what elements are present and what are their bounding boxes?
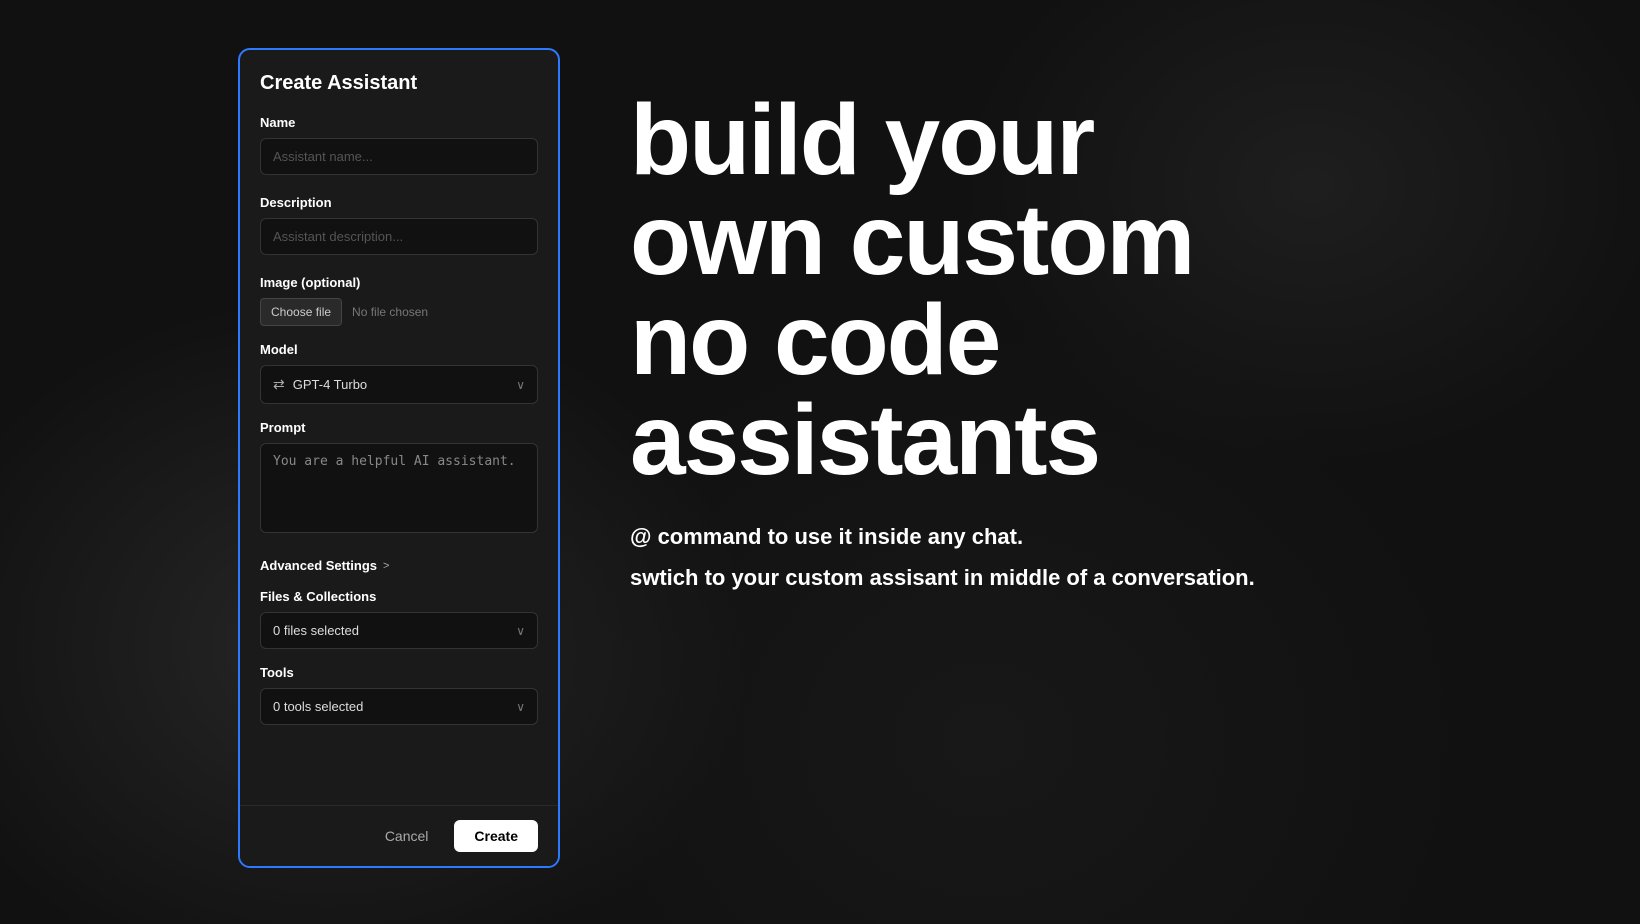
name-input[interactable] (260, 138, 538, 175)
tools-select[interactable]: 0 tools selected ∨ (260, 688, 538, 725)
hero-line4: assistants (630, 390, 1530, 490)
advanced-settings-toggle[interactable]: Advanced Settings > (260, 558, 538, 573)
tools-chevron-down-icon: ∨ (516, 700, 525, 714)
files-field-group: Files & Collections 0 files selected ∨ (260, 589, 538, 649)
model-field-group: Model ⇄ GPT-4 Turbo ∨ (260, 342, 538, 404)
files-chevron-down-icon: ∨ (516, 624, 525, 638)
model-select[interactable]: ⇄ GPT-4 Turbo ∨ (260, 365, 538, 404)
panel-title: Create Assistant (260, 72, 538, 95)
sub-text-1: @ command to use it inside any chat. (630, 520, 1530, 553)
model-select-left: ⇄ GPT-4 Turbo (273, 376, 367, 393)
image-label: Image (optional) (260, 275, 538, 290)
model-label: Model (260, 342, 538, 357)
advanced-chevron-right-icon: > (383, 560, 389, 572)
hero-section: build your own custom no code assistants… (590, 60, 1570, 632)
tools-field-group: Tools 0 tools selected ∨ (260, 665, 538, 725)
description-input[interactable] (260, 218, 538, 255)
files-select[interactable]: 0 files selected ∨ (260, 612, 538, 649)
create-assistant-panel: Create Assistant Name Description Image … (238, 48, 560, 868)
panel-footer: Cancel Create (240, 805, 558, 866)
prompt-label: Prompt (260, 420, 538, 435)
hero-line3: no code (630, 290, 1530, 390)
description-label: Description (260, 195, 538, 210)
description-field-group: Description (260, 195, 538, 271)
advanced-settings-label: Advanced Settings (260, 558, 377, 573)
tools-value: 0 tools selected (273, 699, 363, 714)
sub-text-2: swtich to your custom assisant in middle… (630, 561, 1530, 594)
hero-line1: build your (630, 90, 1530, 190)
files-value: 0 files selected (273, 623, 359, 638)
panel-scroll-area: Create Assistant Name Description Image … (240, 50, 558, 805)
image-upload-row: Choose file No file chosen (260, 298, 538, 326)
model-icon: ⇄ (273, 376, 285, 393)
prompt-textarea[interactable]: You are a helpful AI assistant. (260, 443, 538, 533)
model-value: GPT-4 Turbo (293, 377, 367, 392)
hero-line2: own custom (630, 190, 1530, 290)
cancel-button[interactable]: Cancel (369, 820, 445, 852)
name-field-group: Name (260, 115, 538, 191)
hero-text: build your own custom no code assistants (630, 90, 1530, 490)
tools-label: Tools (260, 665, 538, 680)
prompt-field-group: Prompt You are a helpful AI assistant. (260, 420, 538, 554)
model-chevron-down-icon: ∨ (516, 378, 525, 392)
image-field-group: Image (optional) Choose file No file cho… (260, 275, 538, 326)
name-label: Name (260, 115, 538, 130)
files-label: Files & Collections (260, 589, 538, 604)
no-file-label: No file chosen (352, 305, 428, 319)
create-button[interactable]: Create (454, 820, 538, 852)
choose-file-button[interactable]: Choose file (260, 298, 342, 326)
